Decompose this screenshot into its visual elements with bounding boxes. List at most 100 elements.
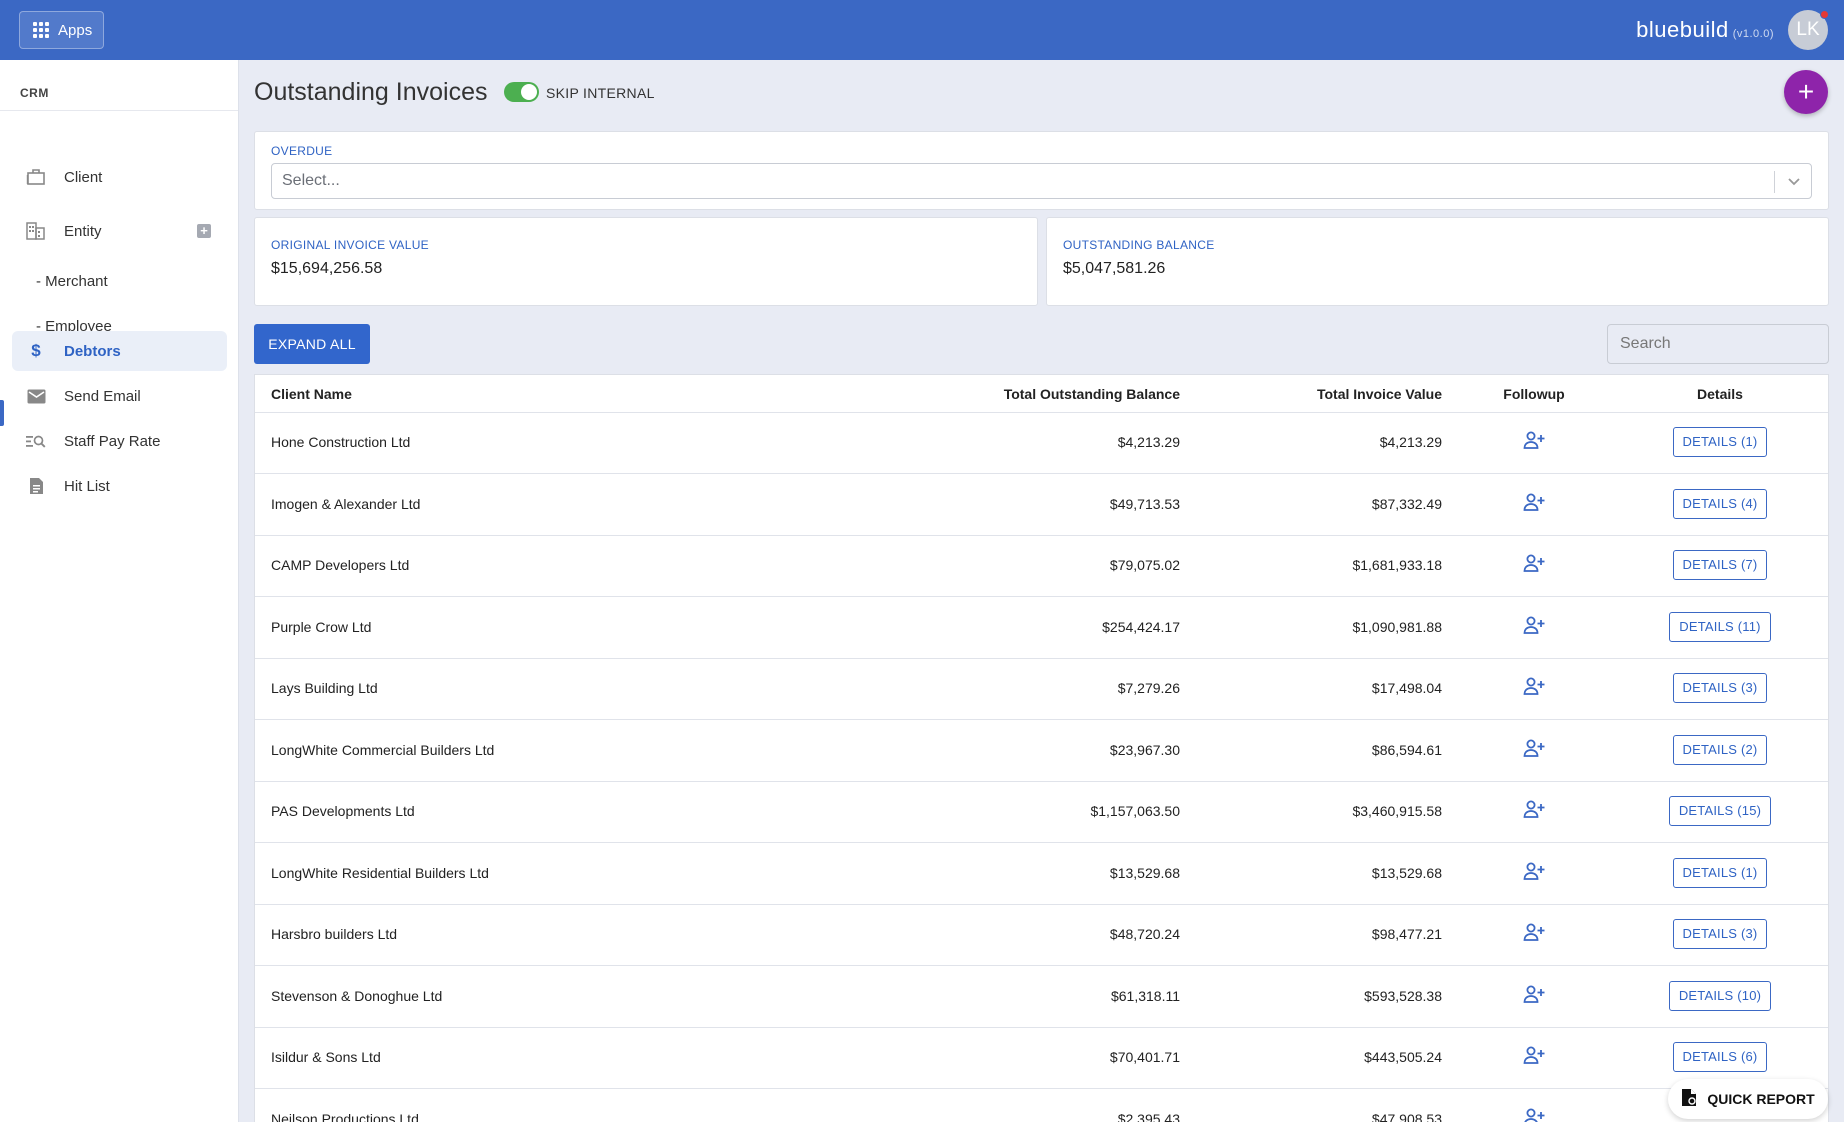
toggle-knob bbox=[521, 84, 537, 100]
table-row[interactable]: Harsbro builders Ltd $48,720.24 $98,477.21… bbox=[255, 905, 1828, 966]
sidebar-item-label: Hit List bbox=[64, 477, 110, 495]
invoice-cell: $17,498.04 bbox=[1371, 680, 1442, 696]
sidebar-item-client[interactable]: Client bbox=[12, 157, 227, 197]
details-button[interactable]: DETAILS (3) bbox=[1672, 673, 1768, 703]
active-indicator bbox=[0, 400, 4, 426]
table-row[interactable]: CAMP Developers Ltd $79,075.02 $1,681,933.… bbox=[255, 536, 1828, 597]
add-followup-icon[interactable] bbox=[1523, 985, 1545, 1006]
table-row[interactable]: Imogen & Alexander Ltd $49,713.53 $87,332.… bbox=[255, 475, 1828, 536]
add-followup-icon[interactable] bbox=[1523, 800, 1545, 821]
building-icon bbox=[24, 222, 48, 240]
add-followup-icon[interactable] bbox=[1523, 493, 1545, 514]
details-button[interactable]: DETAILS (4) bbox=[1672, 488, 1768, 519]
details-cell: DETAILS (11) bbox=[1660, 611, 1780, 642]
followup-cell bbox=[1494, 1046, 1574, 1067]
add-button[interactable]: + bbox=[1784, 70, 1828, 114]
table-row[interactable]: Isildur & Sons Ltd $70,401.71 $443,505.24 D… bbox=[255, 1028, 1828, 1089]
quick-report-label: QUICK REPORT bbox=[1707, 1091, 1815, 1107]
followup-cell bbox=[1494, 1108, 1574, 1122]
details-cell: DETAILS (1) bbox=[1660, 857, 1780, 888]
sidebar-item-merchant[interactable]: - Merchant bbox=[12, 261, 227, 301]
avatar-initials: LK bbox=[1796, 19, 1820, 40]
sidebar-item-label: Send Email bbox=[64, 387, 141, 405]
sidebar-item-send-email[interactable]: Send Email bbox=[12, 376, 227, 416]
add-followup-icon[interactable] bbox=[1523, 677, 1545, 698]
sidebar-heading: CRM bbox=[0, 60, 238, 111]
details-cell: DETAILS (3) bbox=[1660, 919, 1780, 949]
details-button[interactable]: DETAILS (7) bbox=[1672, 550, 1768, 580]
dollar-icon: $ bbox=[31, 341, 41, 360]
original-invoice-card: ORIGINAL INVOICE VALUE $15,694,256.58 bbox=[254, 217, 1038, 306]
details-button[interactable]: DETAILS (6) bbox=[1672, 1042, 1768, 1072]
sidebar-item-label: Entity bbox=[64, 222, 102, 240]
details-button[interactable]: DETAILS (10) bbox=[1668, 980, 1772, 1011]
document-icon bbox=[24, 477, 48, 495]
details-button[interactable]: DETAILS (3) bbox=[1672, 919, 1768, 949]
add-followup-icon[interactable] bbox=[1523, 923, 1545, 944]
invoice-cell: $87,332.49 bbox=[1371, 495, 1442, 512]
original-invoice-label: ORIGINAL INVOICE VALUE bbox=[271, 238, 429, 252]
table-header: Client Name Total Outstanding Balance To… bbox=[255, 375, 1828, 413]
col-invoice[interactable]: Total Invoice Value bbox=[255, 386, 1442, 402]
table-row[interactable]: LongWhite Commercial Builders Ltd $23,967… bbox=[255, 721, 1828, 782]
sidebar-item-label: Client bbox=[64, 168, 103, 186]
details-button[interactable]: DETAILS (1) bbox=[1672, 857, 1768, 888]
followup-cell bbox=[1494, 800, 1574, 821]
followup-cell bbox=[1494, 862, 1574, 883]
top-bar: Apps bluebuild (v1.0.0) LK bbox=[0, 0, 1844, 60]
invoice-cell: $47,908.53 bbox=[1371, 1110, 1442, 1122]
add-followup-icon[interactable] bbox=[1523, 739, 1545, 760]
overdue-label: OVERDUE bbox=[271, 144, 333, 158]
invoice-cell: $13,529.68 bbox=[1371, 864, 1442, 881]
add-followup-icon[interactable] bbox=[1523, 431, 1545, 452]
invoice-cell: $98,477.21 bbox=[1371, 926, 1442, 942]
sidebar-item-hit-list[interactable]: Hit List bbox=[12, 466, 227, 506]
add-followup-icon[interactable] bbox=[1523, 862, 1545, 883]
table-row[interactable]: PAS Developments Ltd $1,157,063.50 $3,460,… bbox=[255, 782, 1828, 843]
details-cell: DETAILS (7) bbox=[1660, 550, 1780, 580]
table-row[interactable]: Stevenson & Donoghue Ltd $61,318.11 $593,5… bbox=[255, 967, 1828, 1028]
add-entity-icon[interactable]: + bbox=[197, 224, 211, 238]
invoice-cell: $593,528.38 bbox=[1364, 987, 1442, 1004]
toggle-label: SKIP INTERNAL bbox=[546, 85, 655, 101]
search-input[interactable] bbox=[1607, 324, 1829, 364]
details-button[interactable]: DETAILS (1) bbox=[1672, 427, 1768, 457]
add-followup-icon[interactable] bbox=[1523, 1046, 1545, 1067]
invoice-cell: $1,090,981.88 bbox=[1352, 618, 1442, 635]
expand-all-button[interactable]: EXPAND ALL bbox=[254, 324, 370, 364]
apps-button[interactable]: Apps bbox=[19, 11, 104, 49]
table-row[interactable]: LongWhite Residential Builders Ltd $13,52… bbox=[255, 844, 1828, 905]
table-row[interactable]: Hone Construction Ltd $4,213.29 $4,213.29 D… bbox=[255, 413, 1828, 474]
add-followup-icon[interactable] bbox=[1523, 554, 1545, 575]
sidebar-item-debtors[interactable]: $ Debtors bbox=[12, 331, 227, 371]
add-followup-icon[interactable] bbox=[1523, 1108, 1545, 1122]
details-button[interactable]: DETAILS (2) bbox=[1672, 734, 1768, 765]
sidebar-item-entity[interactable]: Entity + bbox=[12, 211, 227, 251]
invoice-cell: $443,505.24 bbox=[1364, 1049, 1442, 1065]
details-cell: DETAILS (6) bbox=[1660, 1042, 1780, 1072]
details-button[interactable]: DETAILS (11) bbox=[1669, 611, 1771, 642]
add-followup-icon[interactable] bbox=[1523, 616, 1545, 637]
table-row[interactable]: Neilson Productions Ltd $2,395.43 $47,908.… bbox=[255, 1090, 1828, 1122]
sidebar-item-label: - Merchant bbox=[36, 272, 108, 290]
select-separator bbox=[1774, 171, 1775, 193]
briefcase-icon bbox=[24, 168, 48, 186]
details-cell: DETAILS (15) bbox=[1660, 796, 1780, 826]
invoice-cell: $86,594.61 bbox=[1371, 741, 1442, 758]
details-button[interactable]: DETAILS (15) bbox=[1668, 796, 1772, 826]
overdue-select[interactable]: Select... bbox=[271, 163, 1812, 199]
invoice-cell: $3,460,915.58 bbox=[1352, 803, 1442, 819]
invoice-cell: $4,213.29 bbox=[1379, 434, 1442, 450]
skip-internal-toggle[interactable] bbox=[504, 82, 539, 102]
table-row[interactable]: Lays Building Ltd $7,279.26 $17,498.04 DETA… bbox=[255, 659, 1828, 720]
invoice-cell: $1,681,933.18 bbox=[1352, 557, 1442, 573]
sidebar-item-staff-pay-rate[interactable]: Staff Pay Rate bbox=[12, 421, 227, 461]
page-title: Outstanding Invoices bbox=[254, 78, 488, 106]
sidebar-item-label: Staff Pay Rate bbox=[64, 432, 161, 450]
table-row[interactable]: Purple Crow Ltd $254,424.17 $1,090,981.88 D… bbox=[255, 598, 1828, 659]
search-list-icon bbox=[24, 433, 48, 449]
brand-name: bluebuild bbox=[1636, 17, 1729, 42]
report-icon bbox=[1681, 1088, 1697, 1110]
avatar[interactable]: LK bbox=[1788, 10, 1829, 50]
quick-report-button[interactable]: QUICK REPORT bbox=[1668, 1079, 1828, 1119]
